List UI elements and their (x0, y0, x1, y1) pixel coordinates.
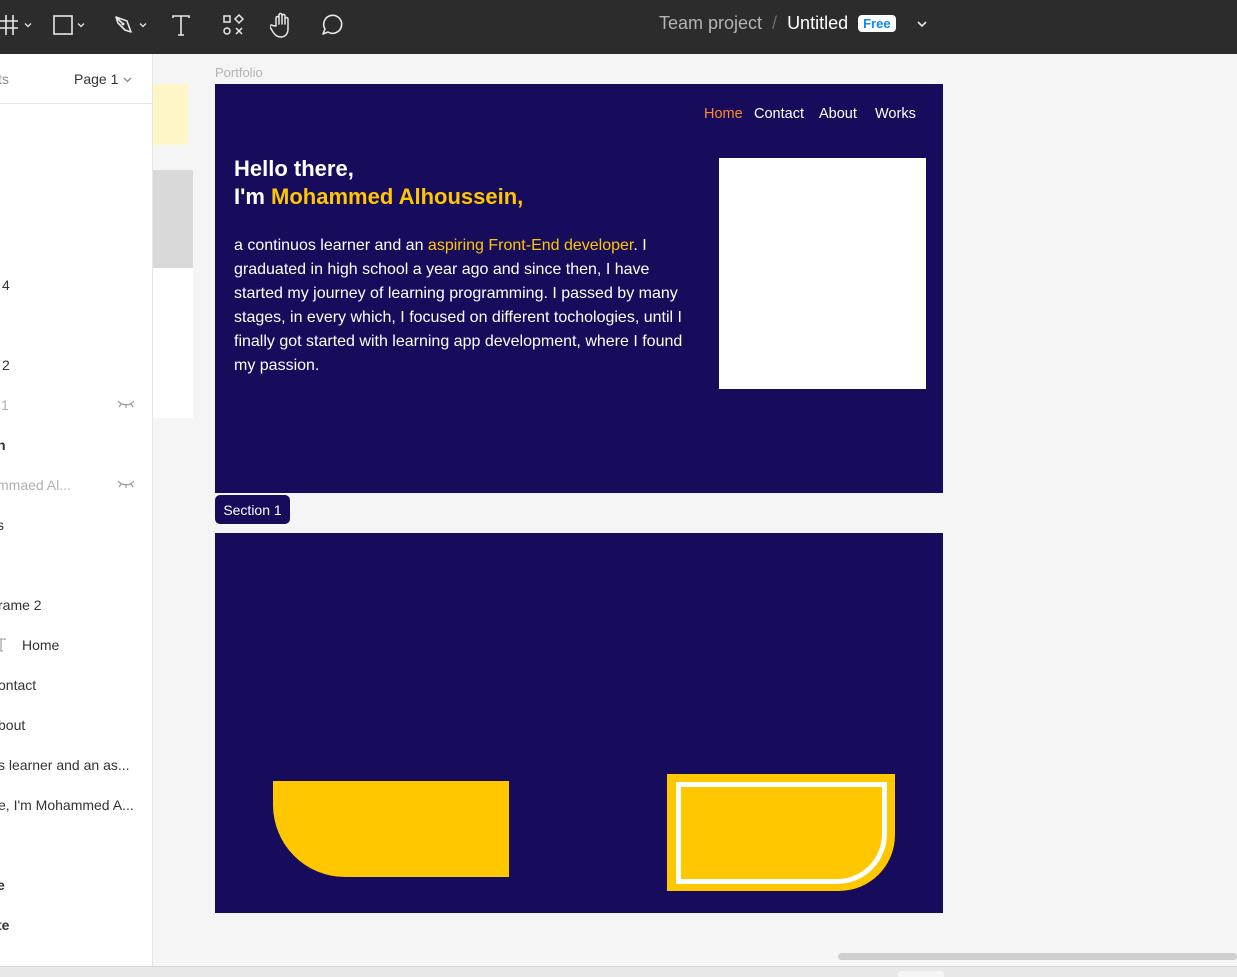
layer-label: s (0, 517, 4, 533)
section-label[interactable]: Section 1 (215, 495, 290, 524)
nav-works[interactable]: Works (875, 106, 916, 122)
profile-image-placeholder[interactable] (719, 158, 926, 389)
layer-item[interactable]: te (0, 915, 152, 935)
file-title-area: Team project / Untitled Free (659, 13, 928, 34)
layer-item[interactable]: e (0, 875, 152, 895)
layer-item[interactable]: n (0, 435, 152, 455)
hero-heading[interactable]: Hello there, I'm Mohammed Alhoussein, (234, 155, 523, 211)
layer-label: s learner and an as... (0, 757, 130, 773)
hand-tool[interactable] (270, 9, 294, 41)
text-icon (172, 15, 190, 36)
layer-item[interactable]: 2 (0, 355, 152, 375)
layer-item[interactable]: 1 (0, 395, 152, 415)
hand-icon (270, 12, 289, 38)
hidden-eye-icon[interactable] (117, 399, 135, 409)
bottom-tab[interactable] (898, 971, 944, 977)
hero-line-1: Hello there, (234, 156, 354, 181)
panel-header: ts Page 1 (0, 54, 152, 104)
nav-about[interactable]: About (819, 106, 857, 122)
text-layer-icon (0, 638, 6, 652)
offscreen-frame-yellow[interactable] (153, 84, 188, 145)
layer-item[interactable]: s learner and an as... (0, 755, 152, 775)
comment-tool[interactable] (320, 9, 344, 41)
layer-label: mmaed Al... (0, 477, 71, 493)
components-tool[interactable] (222, 9, 244, 41)
chevron-down-icon (77, 23, 85, 28)
layer-label: n (0, 437, 6, 453)
hero-bio[interactable]: a continuos learner and an aspiring Fron… (234, 234, 699, 378)
assets-tab[interactable]: ts (0, 71, 9, 87)
nav-contact[interactable]: Contact (754, 106, 804, 122)
bio-rest: . I graduated in high school a year ago … (234, 237, 683, 374)
top-toolbar: Team project / Untitled Free (0, 0, 1237, 54)
yellow-card-left[interactable] (273, 781, 509, 877)
offscreen-frame-white[interactable] (153, 268, 193, 418)
layer-item[interactable]: s (0, 515, 152, 535)
layer-item[interactable]: bout (0, 715, 152, 735)
page-name: Page 1 (74, 71, 119, 87)
plan-badge: Free (858, 15, 896, 32)
horizontal-scrollbar[interactable] (838, 953, 1237, 960)
offscreen-frame-gray[interactable] (153, 170, 193, 268)
pen-tool[interactable] (113, 9, 147, 41)
text-tool[interactable] (171, 9, 191, 41)
chevron-down-icon (123, 77, 132, 82)
frame-icon (0, 15, 18, 35)
page-selector[interactable]: Page 1 (74, 71, 132, 87)
layer-label: 2 (2, 357, 10, 373)
layers-panel: ts Page 1 4 2 1 n mmaed Al... s rame 2 H… (0, 54, 153, 966)
layer-item[interactable]: mmaed Al... (0, 475, 152, 495)
nav-home[interactable]: Home (704, 106, 743, 122)
comment-icon (322, 14, 343, 35)
layer-label: 4 (2, 277, 10, 293)
hero-name: Mohammed Alhoussein, (271, 184, 524, 209)
rectangle-tool[interactable] (53, 9, 85, 41)
pen-icon (115, 16, 132, 33)
chevron-down-icon[interactable] (916, 18, 928, 30)
file-name[interactable]: Untitled (787, 13, 848, 34)
hero-line-2: I'm Mohammed Alhoussein, (234, 183, 523, 211)
rectangle-icon (53, 15, 73, 35)
layer-label: Home (22, 637, 60, 653)
section-1-frame[interactable] (215, 533, 943, 913)
frame-tool[interactable] (0, 9, 32, 41)
bio-prefix: a continuos learner and an (234, 237, 428, 254)
layer-item[interactable]: e, I'm Mohammed A... (0, 795, 152, 815)
layer-item[interactable]: ontact (0, 675, 152, 695)
components-icon (223, 14, 244, 35)
layer-label: e (0, 877, 5, 893)
yellow-card-right[interactable] (667, 774, 895, 891)
hidden-eye-icon[interactable] (117, 479, 135, 489)
chevron-down-icon (24, 23, 32, 28)
bottom-bar (0, 966, 1237, 977)
layer-label: bout (0, 717, 26, 733)
hero-prefix: I'm (234, 184, 272, 209)
portfolio-frame[interactable]: Home Contact About Works Hello there, I'… (215, 84, 943, 493)
layer-label: 1 (1, 397, 9, 413)
layer-item[interactable]: 4 (0, 275, 152, 295)
layer-label: ontact (0, 677, 37, 693)
layer-item[interactable]: rame 2 (0, 595, 152, 615)
breadcrumb-separator: / (772, 13, 778, 33)
layer-label: te (0, 917, 10, 933)
layer-item[interactable]: Home (0, 635, 152, 655)
project-name[interactable]: Team project (659, 13, 762, 34)
layer-label: rame 2 (0, 597, 42, 613)
bio-highlight: aspiring Front-End developer (427, 237, 634, 254)
card-outline (676, 782, 887, 884)
design-canvas[interactable]: Portfolio Home Contact About Works Hello… (153, 54, 1237, 966)
frame-label[interactable]: Portfolio (215, 65, 263, 80)
layer-label: e, I'm Mohammed A... (0, 797, 134, 813)
chevron-down-icon (139, 23, 147, 28)
